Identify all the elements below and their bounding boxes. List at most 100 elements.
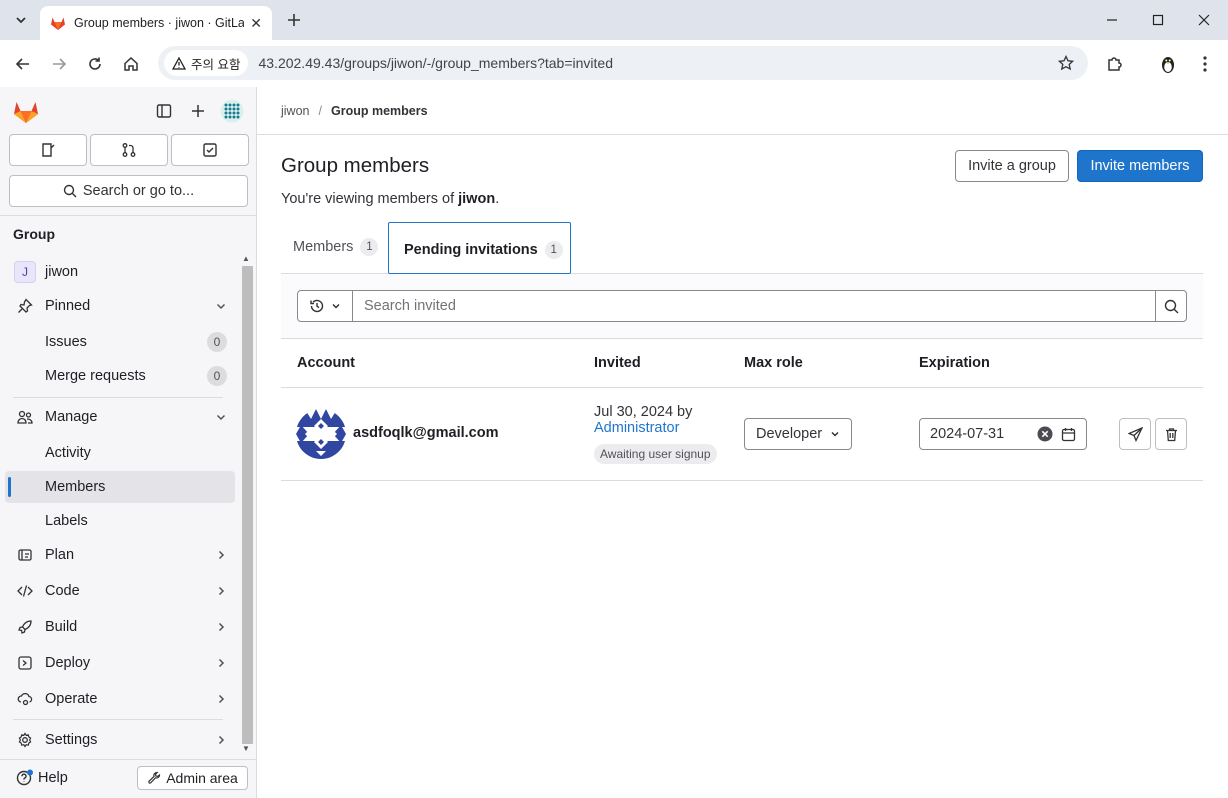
search-or-go-to-button[interactable]: Search or go to... <box>9 175 248 207</box>
sidebar-item-build[interactable]: Build <box>5 611 235 643</box>
chevron-right-icon <box>218 622 225 632</box>
create-new-button[interactable] <box>184 97 212 125</box>
thumbtack-icon <box>18 298 33 313</box>
table-header: Account Invited Max role Expiration <box>281 339 1203 388</box>
sidebar-item-activity[interactable]: Activity <box>5 437 235 469</box>
table-row: asdfoqlk@gmail.com Jul 30, 2024 by Admin… <box>281 388 1203 481</box>
chevron-right-icon <box>218 735 225 745</box>
bookmark-star-icon[interactable] <box>1058 55 1074 71</box>
arrow-right-icon <box>53 58 67 70</box>
breadcrumb-current[interactable]: Group members <box>331 104 428 118</box>
help-button[interactable]: Help <box>16 769 68 787</box>
invite-group-button[interactable]: Invite a group <box>955 150 1069 182</box>
sidebar-item-settings[interactable]: Settings <box>5 724 235 756</box>
help-label: Help <box>38 770 68 786</box>
scrollbar-thumb[interactable] <box>242 266 253 744</box>
count-badge: 0 <box>207 366 227 386</box>
browser-tab[interactable]: Group members · jiwon · GitLab ✕ <box>40 6 272 40</box>
toggle-sidebar-button[interactable] <box>150 97 178 125</box>
maximize-button[interactable] <box>1135 6 1181 34</box>
merge-requests-button[interactable] <box>90 134 168 166</box>
chevron-right-icon <box>218 658 225 668</box>
subtitle-suffix: . <box>495 191 500 207</box>
forward-button[interactable] <box>44 49 74 79</box>
invited-by-link[interactable]: Administrator <box>594 420 679 436</box>
max-role-value: Developer <box>756 426 823 442</box>
sidebar-item-label: Build <box>45 619 78 635</box>
sidebar-item-group[interactable]: J jiwon <box>5 256 235 288</box>
sidebar-item-label: Code <box>45 583 80 599</box>
planning-icon <box>18 549 32 561</box>
sidebar-item-issues[interactable]: Issues 0 <box>5 326 235 358</box>
search-submit-button[interactable] <box>1155 290 1187 322</box>
gitlab-logo[interactable] <box>11 96 41 126</box>
scroll-down-icon[interactable]: ▼ <box>242 744 250 753</box>
address-bar[interactable]: 주의 요함 43.202.49.43/groups/jiwon/-/group_… <box>158 46 1088 80</box>
search-invited-field[interactable] <box>353 291 1155 321</box>
breadcrumb: jiwon / Group members <box>281 104 428 118</box>
tab-pending-invitations[interactable]: Pending invitations 1 <box>388 222 571 274</box>
scroll-up-icon[interactable]: ▲ <box>242 254 250 263</box>
user-avatar-button[interactable] <box>218 97 246 125</box>
sidebar-item-label: Pinned <box>45 298 91 314</box>
sidebar-item-operate[interactable]: Operate <box>5 683 235 715</box>
new-tab-button[interactable] <box>282 8 306 32</box>
tab-count-badge: 1 <box>544 241 563 259</box>
search-invited-input[interactable] <box>352 290 1156 322</box>
extensions-button[interactable] <box>1100 49 1130 79</box>
tab-count-badge: 1 <box>360 238 379 256</box>
tab-search-button[interactable] <box>8 7 34 33</box>
invite-members-button[interactable]: Invite members <box>1077 150 1203 182</box>
admin-area-button[interactable]: Admin area <box>137 766 248 790</box>
browser-menu-button[interactable] <box>1190 49 1220 79</box>
identicon-icon <box>296 409 346 459</box>
security-chip[interactable]: 주의 요함 <box>164 50 249 76</box>
sidebar-item-manage[interactable]: Manage <box>5 401 235 433</box>
clear-date-button[interactable] <box>1037 426 1053 442</box>
gitlab-logo-icon <box>14 101 38 123</box>
tab-members[interactable]: Members 1 <box>293 232 379 262</box>
sidebar-scrollbar[interactable]: ▲ ▼ <box>240 252 254 757</box>
search-label: Search or go to... <box>82 183 195 199</box>
admin-wrench-icon <box>148 771 161 784</box>
url-text[interactable]: 43.202.49.43/groups/jiwon/-/group_member… <box>258 55 613 71</box>
column-header-expiration: Expiration <box>919 355 990 371</box>
close-tab-icon[interactable]: ✕ <box>250 15 262 32</box>
tab-title: Group members · jiwon · GitLab <box>74 16 244 30</box>
reload-button[interactable] <box>80 49 110 79</box>
recent-searches-button[interactable] <box>297 290 353 322</box>
breadcrumb-group-link[interactable]: jiwon <box>281 104 310 118</box>
sidebar-item-plan[interactable]: Plan <box>5 539 235 571</box>
remove-invite-button[interactable] <box>1155 418 1187 450</box>
minimize-button[interactable] <box>1089 6 1135 34</box>
max-role-dropdown[interactable]: Developer <box>744 418 852 450</box>
expiration-date-input[interactable]: 2024-07-31 <box>919 418 1087 450</box>
minimize-icon <box>1107 19 1117 21</box>
profile-button[interactable] <box>1153 49 1183 79</box>
subtitle-group: jiwon <box>458 191 496 207</box>
merge-request-icon <box>122 143 136 157</box>
sidebar-separator <box>13 397 223 398</box>
more-vertical-icon <box>1203 56 1207 72</box>
sidebar: Search or go to... Group J jiwon Pinned … <box>0 87 257 798</box>
close-icon <box>1198 14 1210 26</box>
search-icon <box>1164 299 1178 313</box>
warning-icon <box>172 56 186 70</box>
invited-date: Jul 30, 2024 by <box>594 404 693 420</box>
close-window-button[interactable] <box>1181 6 1227 34</box>
sidebar-item-labels[interactable]: Labels <box>5 505 235 537</box>
assigned-issues-button[interactable] <box>9 134 87 166</box>
sidebar-item-pinned[interactable]: Pinned <box>5 290 235 322</box>
identicon-avatar <box>296 409 346 459</box>
sidebar-item-merge-requests[interactable]: Merge requests 0 <box>5 360 235 392</box>
deployments-icon <box>18 656 32 670</box>
chevron-down-icon <box>332 303 340 309</box>
sidebar-item-deploy[interactable]: Deploy <box>5 647 235 679</box>
sidebar-item-code[interactable]: Code <box>5 575 235 607</box>
back-button[interactable] <box>8 49 38 79</box>
resend-invite-button[interactable] <box>1119 418 1151 450</box>
home-button[interactable] <box>116 49 146 79</box>
todo-list-button[interactable] <box>171 134 249 166</box>
calendar-icon[interactable] <box>1061 427 1076 442</box>
sidebar-item-members[interactable]: Members <box>5 471 235 503</box>
